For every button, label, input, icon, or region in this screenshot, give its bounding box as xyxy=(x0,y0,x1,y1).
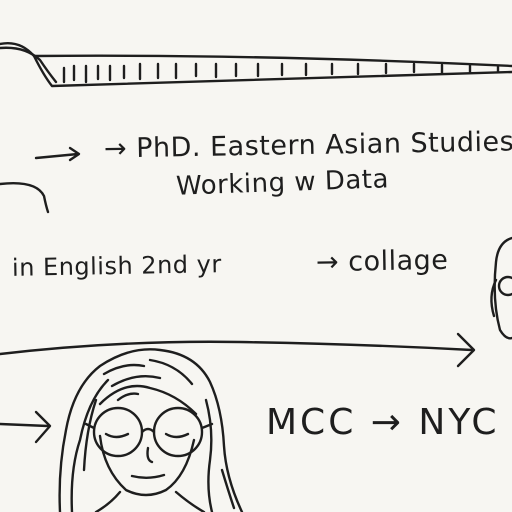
arrow-to-portrait xyxy=(0,410,52,444)
small-arrow-1 xyxy=(34,146,81,162)
edge-figure xyxy=(490,236,512,340)
collage-note: → collage xyxy=(315,244,449,279)
mcc-nyc-note: MCC → NYC xyxy=(266,402,500,443)
long-arrow xyxy=(0,332,476,368)
ruler-band xyxy=(0,42,512,88)
sketch-canvas: → PhD. Eastern Asian Studies Working w D… xyxy=(0,0,512,512)
bracket-mark xyxy=(0,182,50,214)
portrait-sketch xyxy=(58,348,244,512)
english-note: in English 2nd yr xyxy=(11,250,222,282)
